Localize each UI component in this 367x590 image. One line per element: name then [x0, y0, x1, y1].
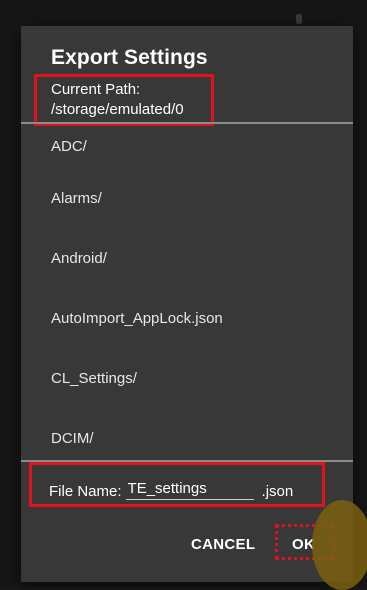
list-item-autoimport-applock[interactable]: AutoImport_AppLock.json: [21, 288, 353, 348]
floating-action-button[interactable]: [312, 500, 367, 590]
file-name-row: File Name: .json: [49, 480, 293, 500]
status-indicator: [296, 14, 302, 24]
list-item-adc[interactable]: ADC/: [21, 124, 353, 168]
current-path-label: Current Path:: [51, 81, 141, 98]
list-item-alarms[interactable]: Alarms/: [21, 168, 353, 228]
list-item-label: AutoImport_AppLock.json: [51, 309, 223, 327]
file-name-input[interactable]: [125, 480, 254, 500]
list-item-android[interactable]: Android/: [21, 228, 353, 288]
dialog-title: Export Settings: [51, 46, 208, 69]
file-name-label: File Name:: [49, 483, 122, 500]
cancel-button[interactable]: CANCEL: [191, 536, 255, 553]
file-extension-label: .json: [261, 483, 294, 500]
list-item-label: Alarms/: [51, 189, 102, 207]
list-item-label: Android/: [51, 249, 107, 267]
export-settings-dialog: Export Settings Current Path: /storage/e…: [21, 26, 353, 582]
list-item-label: CL_Settings/: [51, 369, 137, 387]
current-path-value: /storage/emulated/0: [51, 101, 184, 118]
list-item-cl-settings[interactable]: CL_Settings/: [21, 348, 353, 408]
list-item-label: ADC/: [51, 137, 87, 155]
file-list: ADC/ Alarms/ Android/ AutoImport_AppLock…: [21, 124, 353, 468]
list-item-dcim[interactable]: DCIM/: [21, 408, 353, 468]
list-item-label: DCIM/: [51, 429, 94, 447]
